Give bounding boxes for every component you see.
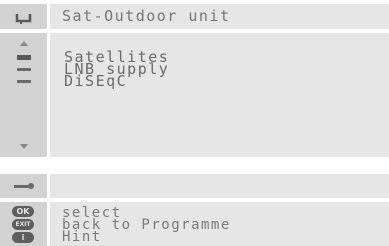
help-keys-column: OK EXIT i: [0, 202, 47, 246]
menu-item-diseqc[interactable]: DiSEqC: [64, 74, 127, 89]
selected-item-bar-icon: [17, 55, 31, 60]
menu-panel: Satellites LNB supply DiSEqC: [0, 33, 389, 157]
scroll-down-arrow-icon[interactable]: [17, 142, 31, 150]
help-panel: OK EXIT i select back to Programme Hint: [0, 202, 389, 246]
item-bar-icon: [17, 80, 31, 83]
wrench-icon: [14, 183, 34, 189]
menu-list: Satellites LNB supply DiSEqC: [50, 33, 389, 157]
dish-back-icon: [15, 14, 32, 24]
item-bar-icon: [17, 68, 31, 71]
scroll-up-arrow-icon[interactable]: [17, 40, 31, 48]
info-key-icon: i: [12, 232, 34, 243]
title-icon-cell: [0, 4, 47, 29]
title-bar: Sat-Outdoor unit: [0, 0, 389, 31]
exit-key-icon: EXIT: [12, 219, 34, 230]
info-text-cell: [50, 174, 389, 198]
scroll-column: [0, 33, 47, 157]
help-text-column: select back to Programme Hint: [50, 202, 389, 246]
page-title: Sat-Outdoor unit: [62, 7, 231, 25]
title-text-cell: Sat-Outdoor unit: [50, 4, 389, 29]
info-bar: [0, 172, 389, 200]
info-icon-cell: [0, 174, 47, 198]
help-hint-text: Hint: [62, 229, 102, 245]
ok-key-icon: OK: [12, 206, 34, 217]
